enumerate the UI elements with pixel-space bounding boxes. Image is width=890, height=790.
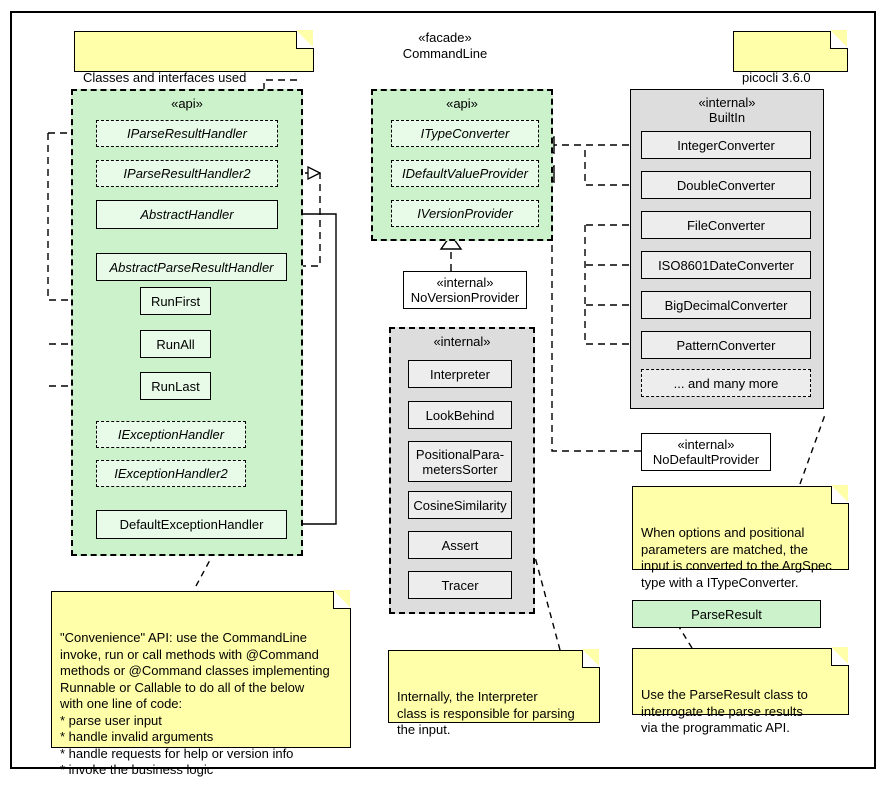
class-assert[interactable]: Assert — [408, 531, 512, 559]
class-cosinesimilarity[interactable]: CosineSimilarity — [408, 491, 512, 519]
class-fileconverter[interactable]: FileConverter — [641, 211, 811, 239]
class-runall[interactable]: RunAll — [140, 330, 211, 358]
note-version: picocli 3.6.0 2018-09-12 — [733, 30, 848, 102]
note-top-left: Classes and interfaces used to parse com… — [74, 30, 314, 102]
class-iexceptionhandler[interactable]: IExceptionHandler — [96, 421, 246, 448]
class-tracer[interactable]: Tracer — [408, 571, 512, 599]
class-iparseresulthandler[interactable]: IParseResultHandler — [96, 120, 278, 147]
note-type-converter: When options and positional parameters a… — [632, 485, 849, 590]
note-interpreter: Internally, the Interpreter class is res… — [388, 649, 600, 737]
note-fold-icon — [831, 485, 849, 504]
class-bigdecimalconverter[interactable]: BigDecimalConverter — [641, 291, 811, 319]
note-convenience-api: "Convenience" API: use the CommandLine i… — [51, 590, 351, 777]
package-api-left-title: «api» — [171, 96, 203, 111]
class-defaultexceptionhandler[interactable]: DefaultExceptionHandler — [96, 510, 287, 539]
package-builtin-name: BuiltIn — [708, 110, 746, 125]
note-parse-result-text: Use the ParseResult class to interrogate… — [641, 687, 808, 735]
class-parseresult[interactable]: ParseResult — [632, 600, 821, 628]
class-lookbehind[interactable]: LookBehind — [408, 401, 512, 429]
note-fold-icon — [830, 30, 848, 49]
note-fold-icon — [333, 590, 351, 609]
class-abstractparseresulthandler[interactable]: AbstractParseResultHandler — [96, 253, 287, 281]
class-noversionprovider[interactable]: «internal» NoVersionProvider — [403, 271, 527, 309]
class-interpreter[interactable]: Interpreter — [408, 360, 512, 388]
class-nodefaultprovider[interactable]: «internal» NoDefaultProvider — [641, 433, 771, 471]
class-iexceptionhandler2[interactable]: IExceptionHandler2 — [96, 460, 246, 487]
note-convenience-api-text: "Convenience" API: use the CommandLine i… — [60, 630, 330, 777]
class-iversionprovider[interactable]: IVersionProvider — [391, 200, 539, 227]
note-parse-result: Use the ParseResult class to interrogate… — [632, 647, 849, 735]
class-runfirst[interactable]: RunFirst — [140, 287, 211, 315]
note-fold-icon — [582, 649, 600, 668]
package-internal-middle-title: «internal» — [433, 334, 491, 349]
note-fold-icon — [296, 30, 314, 49]
class-doubleconverter[interactable]: DoubleConverter — [641, 171, 811, 199]
note-fold-icon — [831, 647, 849, 666]
class-and-many-more[interactable]: ... and many more — [641, 369, 811, 397]
class-runlast[interactable]: RunLast — [140, 372, 211, 400]
package-builtin-title: «internal» — [698, 95, 756, 110]
class-integerconverter[interactable]: IntegerConverter — [641, 131, 811, 159]
class-patternconverter[interactable]: PatternConverter — [641, 331, 811, 359]
class-abstracthandler[interactable]: AbstractHandler — [96, 200, 278, 229]
package-api-middle-title: «api» — [446, 96, 478, 111]
class-iso8601dateconverter[interactable]: ISO8601DateConverter — [641, 251, 811, 279]
class-iparseresulthandler2[interactable]: IParseResultHandler2 — [96, 160, 278, 187]
class-idefaultvalueprovider[interactable]: IDefaultValueProvider — [391, 160, 539, 187]
facade-title: «facade» CommandLine — [402, 30, 488, 61]
class-positionalparameterssorter[interactable]: PositionalPara- metersSorter — [408, 441, 512, 482]
class-itypeconverter[interactable]: ITypeConverter — [391, 120, 539, 147]
uml-diagram-canvas: «facade» CommandLine Classes and interfa… — [0, 0, 890, 790]
